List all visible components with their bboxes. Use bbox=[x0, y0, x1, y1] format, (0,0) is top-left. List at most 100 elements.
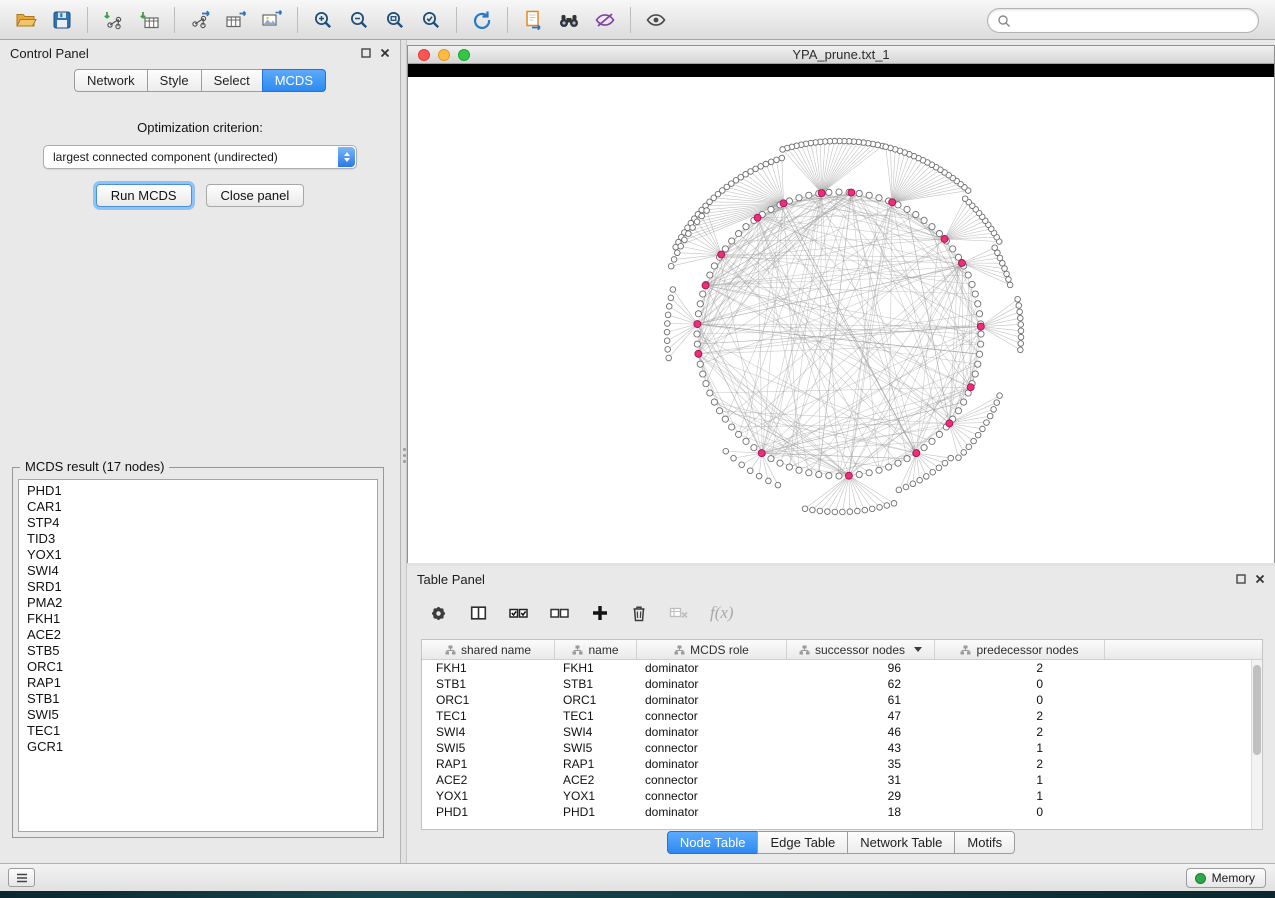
export-image-button[interactable] bbox=[254, 5, 290, 35]
run-mcds-button[interactable]: Run MCDS bbox=[96, 184, 192, 207]
table-cell: 0 bbox=[935, 692, 1105, 708]
export-network-icon bbox=[189, 10, 211, 30]
sort-attribute-icon bbox=[960, 645, 971, 655]
import-table-button[interactable] bbox=[131, 5, 167, 35]
search-input[interactable] bbox=[1011, 11, 1258, 30]
table-cell: FKH1 bbox=[422, 660, 555, 676]
mcds-result-item[interactable]: STP4 bbox=[19, 515, 377, 531]
scrollbar-thumb[interactable] bbox=[1253, 665, 1261, 755]
export-network-button[interactable] bbox=[182, 5, 218, 35]
table-options-button[interactable] bbox=[429, 604, 448, 623]
table-row[interactable]: SWI5SWI5connector431 bbox=[422, 740, 1251, 756]
table-row[interactable]: RAP1RAP1dominator352 bbox=[422, 756, 1251, 772]
column-dropdown-icon[interactable] bbox=[914, 647, 922, 652]
mcds-result-item[interactable]: SWI5 bbox=[19, 707, 377, 723]
column-header-MCDS-role[interactable]: MCDS role bbox=[637, 640, 787, 659]
table-row[interactable]: FKH1FKH1dominator962 bbox=[422, 660, 1251, 676]
mcds-result-item[interactable]: RAP1 bbox=[19, 675, 377, 691]
table-body: FKH1FKH1dominator962STB1STB1dominator620… bbox=[422, 660, 1251, 829]
mcds-result-item[interactable]: YOX1 bbox=[19, 547, 377, 563]
close-window-button[interactable] bbox=[418, 49, 430, 61]
tab-network[interactable]: Network bbox=[74, 69, 148, 92]
zoom-selected-button[interactable] bbox=[413, 5, 449, 35]
import-table-icon bbox=[138, 10, 160, 30]
zoom-out-button[interactable] bbox=[341, 5, 377, 35]
table-options-icon bbox=[429, 604, 448, 623]
table-row[interactable]: STB1STB1dominator620 bbox=[422, 676, 1251, 692]
delete-table-button bbox=[669, 604, 689, 622]
search-box[interactable] bbox=[987, 8, 1259, 33]
tab-network-table[interactable]: Network Table bbox=[847, 831, 955, 854]
close-table-panel-icon[interactable] bbox=[1255, 574, 1265, 584]
clone-network-button[interactable] bbox=[515, 5, 551, 35]
table-scrollbar[interactable] bbox=[1251, 660, 1262, 829]
zoom-fit-content-button[interactable] bbox=[377, 5, 413, 35]
mcds-result-item[interactable]: STB1 bbox=[19, 691, 377, 707]
tab-select[interactable]: Select bbox=[201, 69, 263, 92]
column-header-shared-name[interactable]: shared name bbox=[422, 640, 555, 659]
column-header-successor-nodes[interactable]: successor nodes bbox=[787, 640, 935, 659]
table-row[interactable]: SWI4SWI4dominator462 bbox=[422, 724, 1251, 740]
float-table-panel-icon[interactable] bbox=[1236, 574, 1246, 584]
zoom-window-button[interactable] bbox=[458, 49, 470, 61]
open-file-button[interactable] bbox=[8, 5, 44, 35]
tab-mcds[interactable]: MCDS bbox=[262, 69, 326, 92]
first-neighbors-button[interactable] bbox=[551, 5, 587, 35]
column-header-name[interactable]: name bbox=[555, 640, 637, 659]
table-row[interactable]: PHD1PHD1dominator180 bbox=[422, 804, 1251, 820]
table-cell: PHD1 bbox=[422, 804, 555, 820]
import-network-button[interactable] bbox=[95, 5, 131, 35]
network-window: YPA_prune.txt_1 bbox=[407, 45, 1275, 563]
function-builder-button[interactable]: f(x) bbox=[710, 603, 734, 623]
float-panel-icon[interactable] bbox=[361, 48, 371, 58]
control-panel-tabs: NetworkStyleSelectMCDS bbox=[0, 69, 400, 92]
zoom-in-button[interactable] bbox=[305, 5, 341, 35]
table-cell: 0 bbox=[935, 804, 1105, 820]
delete-rows-button[interactable] bbox=[630, 604, 648, 623]
column-header-predecessor-nodes[interactable]: predecessor nodes bbox=[935, 640, 1105, 659]
table-row[interactable]: TEC1TEC1connector472 bbox=[422, 708, 1251, 724]
mcds-result-item[interactable]: TEC1 bbox=[19, 723, 377, 739]
table-row[interactable]: ACE2ACE2connector311 bbox=[422, 772, 1251, 788]
optimization-criterion-dropdown[interactable]: largest connected component (undirected) bbox=[43, 145, 357, 169]
refresh-layout-button[interactable] bbox=[464, 5, 500, 35]
minimize-window-button[interactable] bbox=[438, 49, 450, 61]
close-panel-button[interactable]: Close panel bbox=[206, 184, 305, 207]
show-all-button[interactable] bbox=[638, 5, 674, 35]
table-row[interactable]: ORC1ORC1dominator610 bbox=[422, 692, 1251, 708]
memory-button[interactable]: Memory bbox=[1186, 868, 1266, 888]
close-panel-icon[interactable] bbox=[380, 48, 390, 58]
table-row[interactable]: YOX1YOX1connector291 bbox=[422, 788, 1251, 804]
save-session-button[interactable] bbox=[44, 5, 80, 35]
network-window-titlebar[interactable]: YPA_prune.txt_1 bbox=[408, 46, 1274, 64]
mcds-result-item[interactable]: ACE2 bbox=[19, 627, 377, 643]
tab-motifs[interactable]: Motifs bbox=[954, 831, 1015, 854]
node-table: shared namenameMCDS rolesuccessor nodesp… bbox=[421, 639, 1263, 830]
mcds-result-item[interactable]: SRD1 bbox=[19, 579, 377, 595]
mcds-result-item[interactable]: GCR1 bbox=[19, 739, 377, 755]
unselect-all-button[interactable] bbox=[550, 604, 570, 622]
select-all-button[interactable] bbox=[509, 604, 529, 622]
table-cell: 43 bbox=[787, 740, 935, 756]
open-file-icon bbox=[15, 10, 37, 30]
mcds-result-item[interactable]: PMA2 bbox=[19, 595, 377, 611]
export-table-button[interactable] bbox=[218, 5, 254, 35]
sort-attribute-icon bbox=[674, 645, 685, 655]
mcds-result-item[interactable]: FKH1 bbox=[19, 611, 377, 627]
mcds-result-item[interactable]: PHD1 bbox=[19, 483, 377, 499]
tab-style[interactable]: Style bbox=[147, 69, 202, 92]
mcds-result-item[interactable]: SWI4 bbox=[19, 563, 377, 579]
panels-menu-button[interactable] bbox=[8, 868, 35, 887]
mcds-result-item[interactable]: STB5 bbox=[19, 643, 377, 659]
optimization-criterion-label: Optimization criterion: bbox=[0, 120, 400, 135]
tab-edge-table[interactable]: Edge Table bbox=[757, 831, 848, 854]
toggle-columns-button[interactable] bbox=[469, 604, 488, 622]
mcds-result-item[interactable]: CAR1 bbox=[19, 499, 377, 515]
add-row-button[interactable] bbox=[591, 604, 609, 622]
mcds-result-item[interactable]: TID3 bbox=[19, 531, 377, 547]
hide-selected-button[interactable] bbox=[587, 5, 623, 35]
mcds-result-item[interactable]: ORC1 bbox=[19, 659, 377, 675]
tab-node-table[interactable]: Node Table bbox=[667, 831, 759, 854]
network-view[interactable] bbox=[408, 77, 1274, 563]
network-graph[interactable] bbox=[408, 77, 1274, 563]
